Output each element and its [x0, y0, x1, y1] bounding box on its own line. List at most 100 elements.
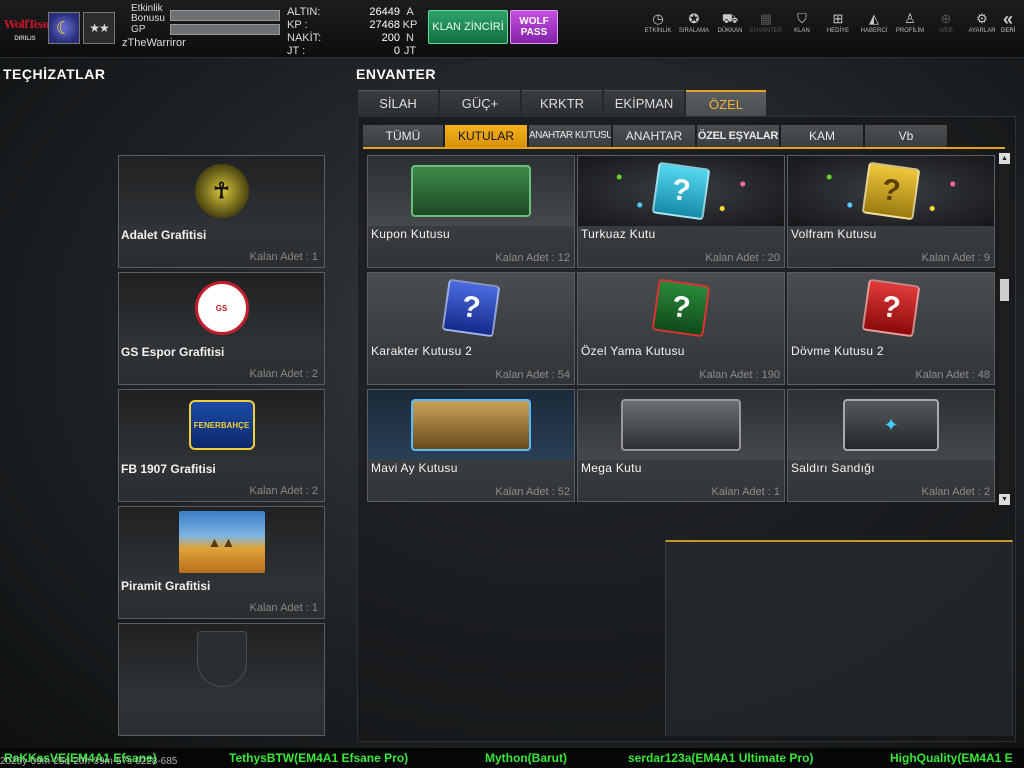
nav-events[interactable]: ◷ ETKİNLİK: [640, 10, 676, 34]
tab-equipment[interactable]: EKİPMAN: [604, 90, 684, 116]
cart-icon: ⛟: [721, 11, 739, 26]
nav-shop[interactable]: ⛟ DÜKKAN: [712, 10, 748, 34]
galatasaray-logo-icon: GS: [194, 281, 249, 335]
item-card[interactable]: ? Dövme Kutusu 2 Kalan Adet : 48: [787, 272, 995, 385]
back-button[interactable]: «GERİ: [992, 10, 1024, 34]
equip-qty: Kalan Adet : 2: [249, 368, 319, 380]
equip-name: Adalet Grafitisi: [121, 228, 207, 242]
currency-row: NAKİT: 200 N: [287, 32, 414, 44]
top-nav: ◷ ETKİNLİK ✪ SIRALAMA ⛟ DÜKKAN ▦ ENVANTER ⛉ K…: [640, 10, 1000, 34]
top-bar: WolfTeam DIRILIS ☾ ★★ Etkinlik Bonusu GP…: [0, 0, 1024, 58]
equip-slot[interactable]: FENERBAHÇE FB 1907 Grafitisi Kalan Adet …: [118, 389, 325, 502]
item-name: Volfram Kutusu: [791, 227, 877, 241]
item-qty: Kalan Adet : 54: [495, 369, 570, 381]
item-description-panel: [665, 540, 1013, 736]
equip-slot[interactable]: ☥ Adalet Grafitisi Kalan Adet : 1: [118, 155, 325, 268]
item-qty: Kalan Adet : 20: [705, 252, 780, 264]
mega-box-icon: [621, 399, 741, 451]
nav-gift[interactable]: ⊞ HEDİYE: [820, 10, 856, 34]
scroll-down-arrow-icon[interactable]: ▼: [999, 494, 1010, 505]
inventory-icon: ▦: [759, 11, 773, 26]
nav-profile[interactable]: ♙ PROFİLİM: [892, 10, 928, 34]
currency-row: KP : 27468 KP: [287, 19, 418, 31]
tab-power[interactable]: GÜÇ+: [440, 90, 520, 116]
subtab-special-items[interactable]: ÖZEL EŞYALAR: [697, 125, 779, 147]
tab-special[interactable]: ÖZEL: [686, 90, 766, 116]
item-card[interactable]: ? Turkuaz Kutu Kalan Adet : 20: [577, 155, 785, 268]
item-card[interactable]: Kupon Kutusu Kalan Adet : 12: [367, 155, 575, 268]
subtab-all[interactable]: TÜMÜ: [363, 125, 443, 147]
scroll-thumb[interactable]: [1000, 279, 1009, 301]
gift-box-icon: ?: [651, 278, 711, 338]
nav-inventory[interactable]: ▦ ENVANTER: [748, 10, 784, 34]
item-qty: Kalan Adet : 52: [495, 486, 570, 498]
currency-row: JT : 0 JT: [287, 45, 417, 57]
clan-chain-button[interactable]: KLAN ZİNCİRİ: [428, 10, 508, 44]
item-scrollbar[interactable]: ▲ ▼: [999, 153, 1010, 505]
anubis-graffiti-icon: ☥: [194, 164, 249, 218]
equip-slot-empty[interactable]: [118, 623, 325, 736]
subtab-key-box[interactable]: ANAHTAR KUTUSU: [529, 125, 611, 147]
ticker-entry: HighQuality(EM4A1 E: [890, 751, 1013, 765]
item-card[interactable]: Mavi Ay Kutusu Kalan Adet : 52: [367, 389, 575, 502]
mystery-box-icon: ?: [861, 161, 921, 221]
item-name: Dövme Kutusu 2: [791, 344, 884, 358]
item-qty: Kalan Adet : 12: [495, 252, 570, 264]
blue-moon-box-icon: [411, 399, 531, 451]
username: zTheWarriror: [122, 37, 186, 49]
nav-clan[interactable]: ⛉ KLAN: [784, 10, 820, 34]
nav-web[interactable]: ⊕ WEB: [928, 10, 964, 34]
item-qty: Kalan Adet : 48: [915, 369, 990, 381]
item-name: Kupon Kutusu: [371, 227, 450, 241]
logo-subtext: DIRILIS: [14, 36, 36, 42]
game-logo: WolfTeam DIRILIS: [4, 12, 57, 44]
gift-icon: ⊞: [832, 11, 844, 26]
bonus-progress-bar: [170, 10, 280, 21]
tab-weapon[interactable]: SİLAH: [358, 90, 438, 116]
datestamp: 2025y-09m-25d-20h-39m-57s 0228-685: [0, 756, 178, 767]
bonus-label: Etkinlik Bonusu: [131, 3, 165, 24]
stopwatch-icon: ◷: [652, 11, 664, 26]
tab-character[interactable]: KRKTR: [522, 90, 602, 116]
subtab-boxes[interactable]: KUTULAR: [445, 125, 527, 147]
megaphone-icon: ◭: [869, 11, 879, 26]
scroll-up-arrow-icon[interactable]: ▲: [999, 153, 1010, 164]
gp-label: GP: [131, 24, 146, 35]
ticker-entry: Mython(Barut): [485, 751, 567, 765]
rank-stars-icon: ★★: [83, 12, 115, 44]
wolf-pass-button[interactable]: WOLF PASS: [510, 10, 558, 44]
item-card[interactable]: ? Karakter Kutusu 2 Kalan Adet : 54: [367, 272, 575, 385]
item-name: Mega Kutu: [581, 461, 642, 475]
equip-slot[interactable]: ▲▲ Piramit Grafitisi Kalan Adet : 1: [118, 506, 325, 619]
subtab-key[interactable]: ANAHTAR: [613, 125, 695, 147]
nav-ranking[interactable]: ✪ SIRALAMA: [676, 10, 712, 34]
equip-qty: Kalan Adet : 1: [249, 251, 319, 263]
nav-messenger[interactable]: ◭ HABERCİ: [856, 10, 892, 34]
item-card[interactable]: ✦ Saldırı Sandığı Kalan Adet : 2: [787, 389, 995, 502]
item-name: Turkuaz Kutu: [581, 227, 656, 241]
profile-icon: ♙: [904, 11, 916, 26]
item-qty: Kalan Adet : 1: [711, 486, 781, 498]
empty-shield-icon: [196, 631, 247, 687]
equip-name: GS Espor Grafitisi: [121, 345, 225, 359]
mystery-box-icon: ?: [861, 278, 921, 338]
equip-slot[interactable]: GS GS Espor Grafitisi Kalan Adet : 2: [118, 272, 325, 385]
shield-icon: ⛉: [797, 11, 807, 26]
item-card[interactable]: Mega Kutu Kalan Adet : 1: [577, 389, 785, 502]
subtab-underline: [363, 147, 1005, 149]
clan-emblem-icon[interactable]: ☾: [48, 12, 80, 44]
mystery-box-icon: ?: [651, 161, 711, 221]
item-name: Özel Yama Kutusu: [581, 344, 685, 358]
mystery-box-icon: ?: [441, 278, 501, 338]
equipment-title: TEÇHİZATLAR: [3, 66, 106, 82]
equip-qty: Kalan Adet : 2: [249, 485, 319, 497]
coupon-box-icon: [411, 165, 531, 217]
item-card[interactable]: ? Özel Yama Kutusu Kalan Adet : 190: [577, 272, 785, 385]
currency-row: ALTIN: 26449 A: [287, 6, 414, 18]
globe-icon: ⊕: [940, 11, 952, 26]
subtab-other[interactable]: Vb: [865, 125, 947, 147]
main-tabs: SİLAH GÜÇ+ KRKTR EKİPMAN ÖZEL: [358, 90, 768, 116]
subtab-cam[interactable]: KAM: [781, 125, 863, 147]
double-chevron-left-icon: «: [1002, 9, 1013, 29]
item-card[interactable]: ? Volfram Kutusu Kalan Adet : 9: [787, 155, 995, 268]
